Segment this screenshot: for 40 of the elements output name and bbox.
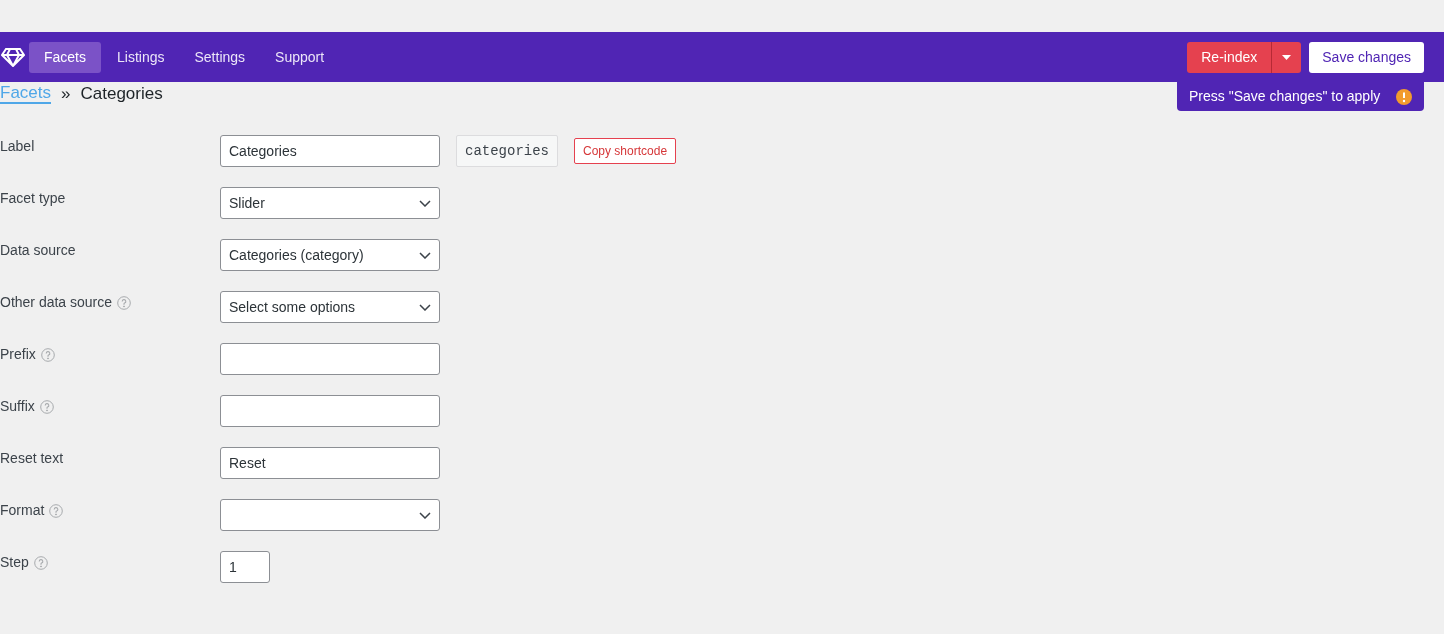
help-icon[interactable] — [117, 295, 132, 310]
chevron-down-icon — [419, 200, 431, 207]
field-label: Format — [0, 501, 45, 520]
notice-text: Press "Save changes" to apply — [1189, 87, 1381, 106]
field-label: Reset text — [0, 449, 64, 468]
input-field[interactable] — [220, 343, 440, 375]
help-icon[interactable] — [39, 399, 54, 414]
breadcrumb-current: Categories — [80, 83, 163, 106]
field-label: Other data source — [0, 293, 113, 312]
breadcrumb-separator: » — [61, 83, 71, 106]
input-field[interactable]: Categories — [220, 135, 440, 167]
chevron-down-icon — [419, 512, 431, 519]
diamond-icon — [1, 47, 25, 67]
field-label: Step — [0, 553, 29, 572]
caret-icon — [1282, 54, 1292, 60]
select-field[interactable]: Categories (category) — [220, 239, 440, 271]
input-field[interactable] — [220, 395, 440, 427]
field-label: Suffix — [0, 397, 35, 416]
field-label: Facet type — [0, 189, 66, 208]
help-icon[interactable] — [40, 347, 55, 362]
input-field[interactable]: 1 — [220, 551, 270, 583]
chevron-down-icon — [419, 304, 431, 311]
copy-shortcode-button[interactable]: Copy shortcode — [574, 138, 677, 164]
nav-tab[interactable]: Facets — [29, 41, 101, 73]
field-label: Data source — [0, 241, 76, 260]
warning-icon — [1396, 88, 1412, 105]
shortcode: categories — [456, 135, 558, 167]
select-field[interactable]: Select some options — [220, 291, 440, 323]
chevron-down-icon — [419, 252, 431, 259]
nav-tab[interactable]: Settings — [180, 41, 260, 73]
select-field[interactable]: Slider — [220, 187, 440, 219]
help-icon[interactable] — [33, 555, 48, 570]
save-button[interactable]: Save changes — [1309, 41, 1424, 73]
nav-tab[interactable]: Listings — [103, 41, 179, 73]
nav-tab[interactable]: Support — [261, 41, 339, 73]
field-label: Prefix — [0, 345, 36, 364]
input-field[interactable]: Reset — [220, 447, 440, 479]
field-label: Label — [0, 137, 35, 156]
select-field[interactable] — [220, 499, 440, 531]
help-icon[interactable] — [49, 503, 64, 518]
